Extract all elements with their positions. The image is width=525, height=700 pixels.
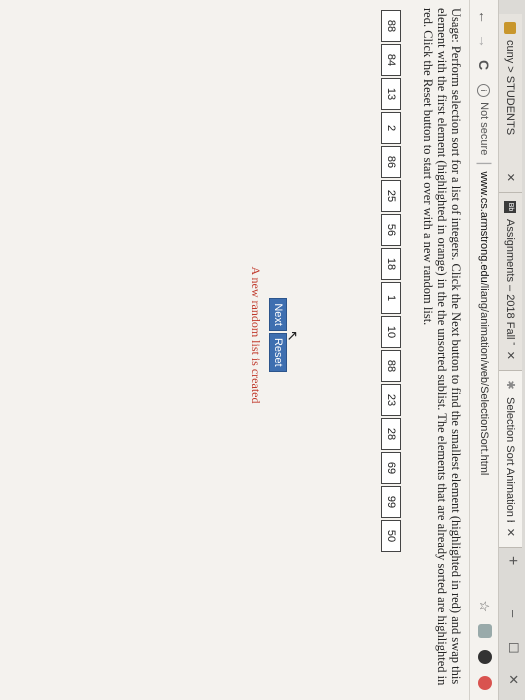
security-indicator[interactable]: i Not secure — [477, 84, 491, 156]
address-toolbar: ← → C i Not secure | www.cs.armstrong.ed… — [469, 0, 498, 700]
usage-text: Usage: Perform selection sort for a list… — [421, 8, 463, 686]
url-separator: | — [476, 161, 493, 166]
next-button[interactable]: Next — [269, 298, 287, 331]
close-window-icon[interactable]: ✕ — [505, 674, 521, 685]
array-cell: 25 — [381, 180, 401, 212]
new-tab-icon[interactable]: + — [503, 556, 521, 565]
array-cell: 69 — [381, 452, 401, 484]
array-cell: 88 — [381, 10, 401, 42]
page-content: Usage: Perform selection sort for a list… — [248, 0, 469, 700]
toolbar-extensions: ☆ — [476, 600, 492, 690]
control-buttons: Next Reset — [269, 0, 287, 692]
cuny-icon — [504, 22, 517, 34]
url-field[interactable]: www.cs.armstrong.edu/liang/animation/web… — [478, 171, 490, 475]
close-tab-icon[interactable]: ✕ — [504, 528, 517, 537]
array-cell: 23 — [381, 384, 401, 416]
array-cell: 10 — [381, 316, 401, 348]
minimize-icon[interactable]: – — [506, 610, 521, 617]
tab-assignments[interactable]: Bb Assignments – 2018 Fall Term (1) ✕ — [499, 192, 522, 370]
array-cell: 99 — [381, 486, 401, 518]
blackboard-icon: Bb — [504, 201, 517, 213]
status-message: A new random list is created — [249, 266, 263, 404]
back-arrow-icon[interactable]: ← — [476, 10, 492, 24]
mouse-cursor-icon: ↖ — [285, 330, 301, 342]
tab-cuny-students[interactable]: cuny > STUDENTS ✕ — [499, 14, 522, 192]
close-tab-icon[interactable]: ✕ — [504, 351, 517, 360]
not-secure-label: Not secure — [478, 102, 490, 156]
tab-label: Assignments – 2018 Fall Term (1) — [504, 219, 517, 345]
array-cell: 1 — [381, 282, 401, 314]
tab-label: cuny > STUDENTS — [504, 40, 517, 136]
maximize-icon[interactable]: ☐ — [505, 642, 521, 654]
tab-label: Selection Sort Animation by Y. D — [504, 397, 517, 522]
extension-icon[interactable] — [478, 624, 492, 638]
info-icon: i — [477, 84, 491, 98]
loading-icon: ✱ — [504, 380, 516, 390]
array-cell: 88 — [381, 350, 401, 382]
url-domain: www.cs.armstrong.edu — [478, 171, 490, 283]
url-path: /liang/animation/web/SelectionSort.html — [478, 282, 490, 476]
forward-arrow-icon[interactable]: → — [476, 34, 492, 48]
array-cells: 88 84 13 2 86 25 56 18 1 10 88 23 28 69 … — [381, 10, 401, 692]
array-cell: 86 — [381, 146, 401, 178]
bookmark-star-icon[interactable]: ☆ — [476, 600, 492, 612]
array-cell: 18 — [381, 248, 401, 280]
array-cell: 28 — [381, 418, 401, 450]
array-cell: 50 — [381, 520, 401, 552]
reload-icon[interactable]: C — [476, 60, 492, 70]
tab-strip: cuny > STUDENTS ✕ Bb Assignments – 2018 … — [498, 0, 525, 700]
tab-selection-sort[interactable]: ✱ Selection Sort Animation by Y. D ✕ — [499, 370, 522, 548]
array-cell: 56 — [381, 214, 401, 246]
array-cell: 2 — [381, 112, 401, 144]
browser-window: cuny > STUDENTS ✕ Bb Assignments – 2018 … — [0, 0, 525, 700]
array-cell: 84 — [381, 44, 401, 76]
array-cell: 13 — [381, 78, 401, 110]
profile-icon[interactable] — [478, 676, 492, 690]
close-tab-icon[interactable]: ✕ — [504, 173, 517, 182]
extension-icon[interactable] — [478, 650, 492, 664]
